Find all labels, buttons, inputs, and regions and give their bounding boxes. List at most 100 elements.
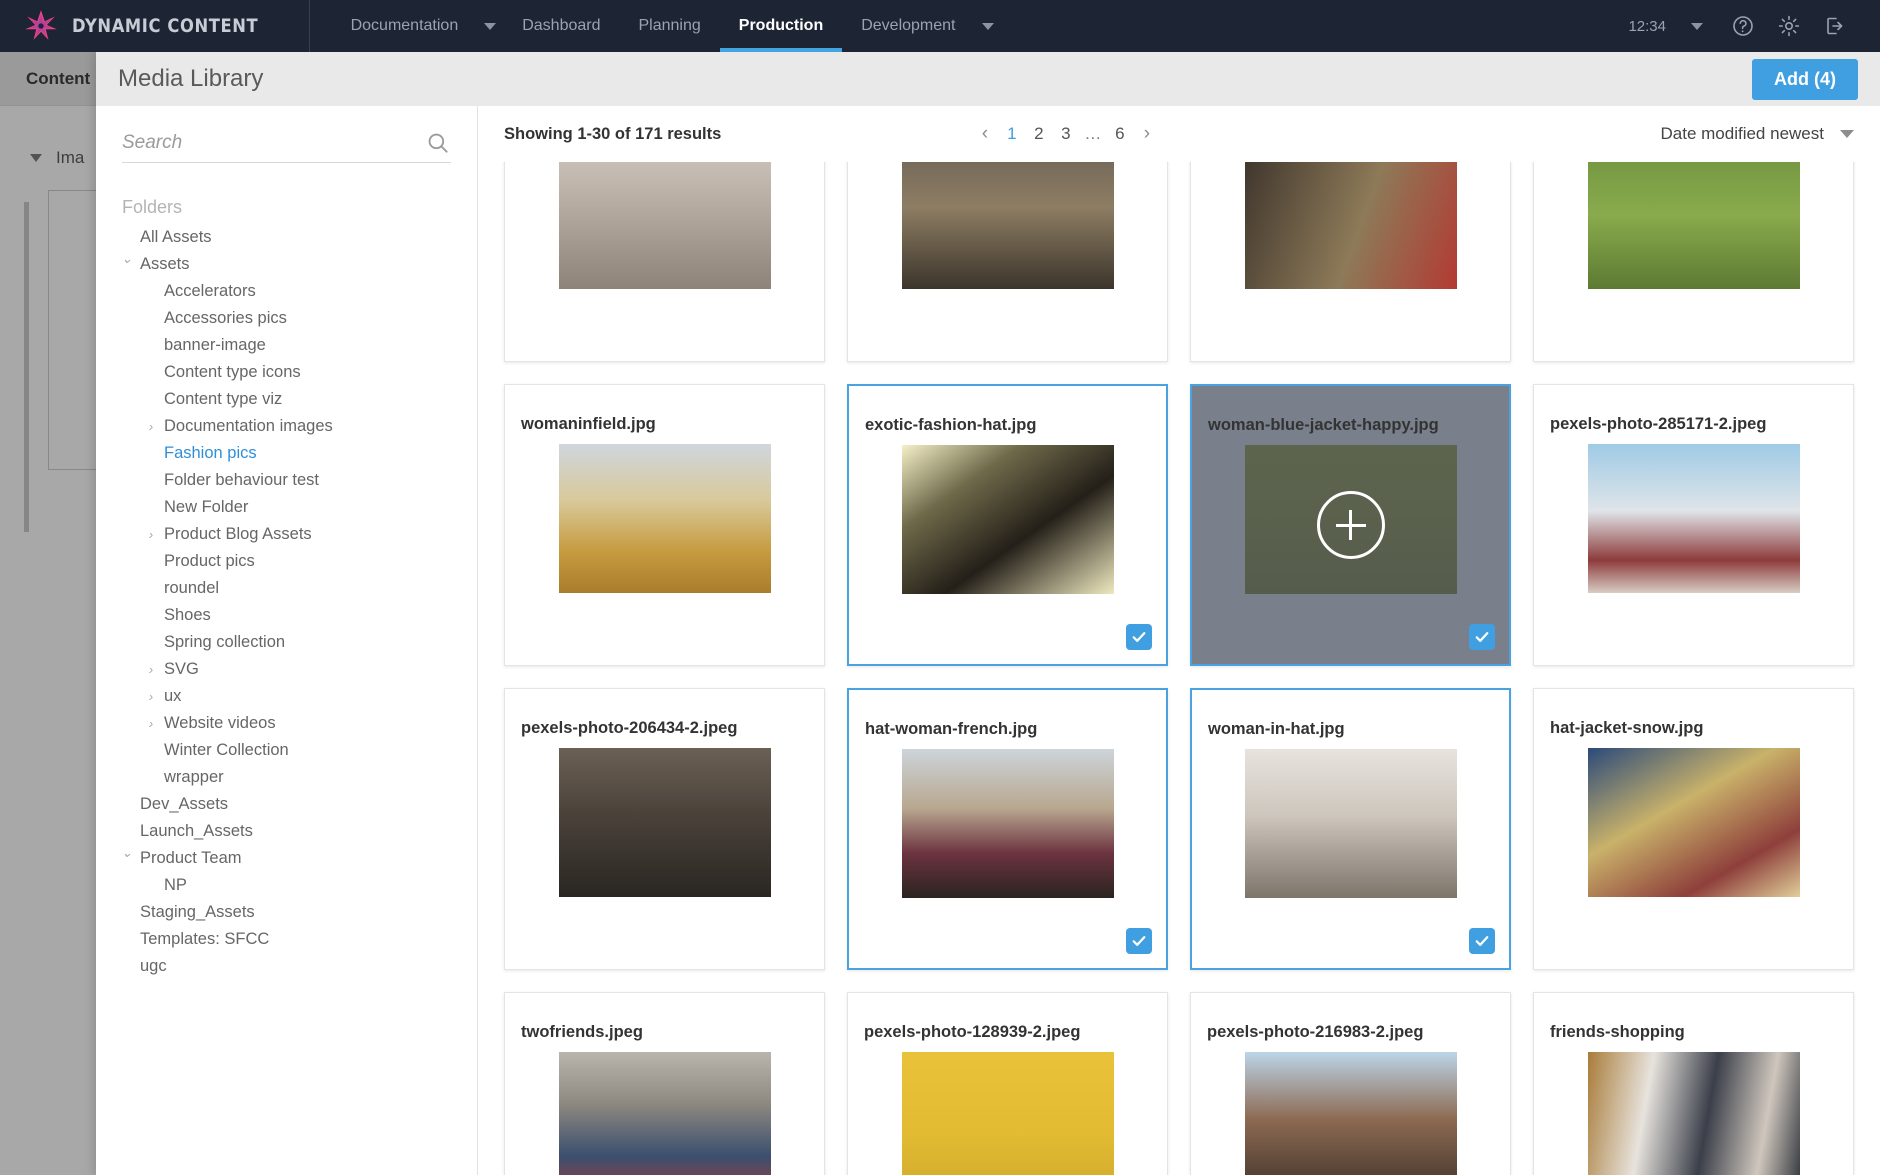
asset-card[interactable]: pexels-photo-216983-2.jpeg <box>1190 992 1511 1175</box>
asset-grid-scroll[interactable]: womaninfield.jpg exotic-fashion-hat.jpg wo… <box>478 162 1880 1175</box>
sidebar-item-product-pics[interactable]: Product pics <box>96 548 477 575</box>
nav-item-documentation[interactable]: Documentation <box>332 0 478 52</box>
checkmark-icon <box>1132 936 1146 946</box>
sidebar-item-wrapper[interactable]: wrapper <box>96 764 477 791</box>
sidebar-item-content-type-icons[interactable]: Content type icons <box>96 359 477 386</box>
media-library-modal: Media Library Add (4) Folders All Assets… <box>96 52 1880 1175</box>
sidebar-item-svg[interactable]: › SVG <box>96 656 477 683</box>
pagination-prev[interactable]: ‹ <box>971 121 998 148</box>
help-icon[interactable] <box>1720 0 1766 52</box>
search-icon[interactable] <box>425 130 451 156</box>
pagination-page-3[interactable]: 3 <box>1052 121 1079 148</box>
asset-card[interactable] <box>1190 162 1511 362</box>
add-button[interactable]: Add (4) <box>1752 58 1858 100</box>
chevron-right-icon[interactable]: › <box>144 690 158 703</box>
asset-thumbnail-wrap <box>1192 746 1509 968</box>
sidebar-item-fashion-pics[interactable]: Fashion pics <box>96 440 477 467</box>
asset-card[interactable]: friends-shopping <box>1533 992 1854 1175</box>
documentation-dropdown-caret[interactable] <box>477 0 503 52</box>
sidebar-item-ugc[interactable]: ugc <box>96 953 477 980</box>
sidebar-item-website-videos[interactable]: › Website videos <box>96 710 477 737</box>
sidebar-item-all-assets[interactable]: All Assets <box>96 224 477 251</box>
pagination-page-1[interactable]: 1 <box>998 121 1025 148</box>
asset-image <box>558 444 771 593</box>
development-dropdown-caret[interactable] <box>975 0 1001 52</box>
asset-thumbnail <box>1587 1052 1800 1175</box>
pagination-page-2[interactable]: 2 <box>1025 121 1052 148</box>
asset-checkbox[interactable] <box>1126 928 1152 954</box>
nav-item-development[interactable]: Development <box>842 0 974 52</box>
asset-thumbnail-wrap <box>505 1049 824 1175</box>
sidebar-item-folder-behaviour-test[interactable]: Folder behaviour test <box>96 467 477 494</box>
sidebar-item-roundel[interactable]: roundel <box>96 575 477 602</box>
asset-thumbnail <box>558 444 771 593</box>
sidebar-item-spring-collection[interactable]: Spring collection <box>96 629 477 656</box>
sidebar-item-assets[interactable]: ⌄ Assets <box>96 251 477 278</box>
sidebar-item-launch-assets[interactable]: Launch_Assets <box>96 818 477 845</box>
sidebar-item-ux[interactable]: › ux <box>96 683 477 710</box>
chevron-down-icon[interactable]: ⌄ <box>120 252 134 265</box>
asset-checkbox[interactable] <box>1469 624 1495 650</box>
sidebar-item-winter-collection[interactable]: Winter Collection <box>96 737 477 764</box>
asset-card[interactable] <box>1533 162 1854 362</box>
sidebar-item-content-type-viz[interactable]: Content type viz <box>96 386 477 413</box>
gear-icon[interactable] <box>1766 0 1812 52</box>
pagination-next[interactable]: › <box>1133 121 1160 148</box>
asset-image <box>901 162 1114 289</box>
sidebar-item-new-folder[interactable]: New Folder <box>96 494 477 521</box>
sidebar-item-product-team[interactable]: ⌄ Product Team <box>96 845 477 872</box>
chevron-right-icon[interactable]: › <box>144 717 158 730</box>
sidebar-item-accelerators[interactable]: Accelerators <box>96 278 477 305</box>
asset-checkbox[interactable] <box>1126 624 1152 650</box>
chevron-right-icon[interactable]: › <box>144 420 158 433</box>
asset-thumbnail-wrap <box>848 1049 1167 1175</box>
sidebar-item-templates-sfcc[interactable]: Templates: SFCC <box>96 926 477 953</box>
sidebar-item-label: Product Blog Assets <box>164 525 312 543</box>
sidebar-item-label: Documentation images <box>164 417 333 435</box>
sidebar-item-staging-assets[interactable]: Staging_Assets <box>96 899 477 926</box>
asset-card[interactable]: hat-woman-french.jpg <box>847 688 1168 970</box>
sort-dropdown[interactable]: Date modified newest <box>1661 124 1854 144</box>
sidebar-item-label: Shoes <box>164 606 211 624</box>
asset-card[interactable] <box>504 162 825 362</box>
asset-image <box>901 1052 1114 1175</box>
asset-grid: womaninfield.jpg exotic-fashion-hat.jpg wo… <box>504 162 1854 1175</box>
account-dropdown-caret[interactable] <box>1674 0 1720 52</box>
chevron-right-icon[interactable]: › <box>144 528 158 541</box>
sidebar-item-product-blog-assets[interactable]: › Product Blog Assets <box>96 521 477 548</box>
chevron-down-icon <box>1839 130 1854 138</box>
logout-icon[interactable] <box>1812 0 1858 52</box>
pagination-ellipsis: … <box>1084 124 1102 143</box>
asset-card[interactable]: exotic-fashion-hat.jpg <box>847 384 1168 666</box>
sidebar-item-label: Templates: SFCC <box>140 930 270 948</box>
plus-circle-icon[interactable] <box>1316 491 1385 559</box>
asset-card[interactable]: woman-in-hat.jpg <box>1190 688 1511 970</box>
asset-card[interactable]: pexels-photo-206434-2.jpeg <box>504 688 825 970</box>
sidebar-item-np[interactable]: NP <box>96 872 477 899</box>
nav-item-dashboard[interactable]: Dashboard <box>503 0 619 52</box>
asset-thumbnail <box>1244 749 1457 898</box>
search-input[interactable] <box>122 132 451 154</box>
nav-item-production[interactable]: Production <box>719 0 843 52</box>
asset-image <box>558 1052 771 1175</box>
pagination-page-6[interactable]: 6 <box>1106 121 1133 148</box>
asset-card[interactable]: womaninfield.jpg <box>504 384 825 666</box>
asset-card[interactable]: hat-jacket-snow.jpg <box>1533 688 1854 970</box>
asset-card[interactable]: pexels-photo-128939-2.jpeg <box>847 992 1168 1175</box>
brand-area[interactable]: DYNAMIC CONTENT <box>0 0 310 52</box>
sidebar-item-documentation-images[interactable]: › Documentation images <box>96 413 477 440</box>
sidebar-item-dev-assets[interactable]: Dev_Assets <box>96 791 477 818</box>
chevron-down-icon[interactable]: ⌄ <box>120 846 134 859</box>
asset-thumbnail <box>1587 162 1800 289</box>
sidebar-item-accessories-pics[interactable]: Accessories pics <box>96 305 477 332</box>
nav-item-planning[interactable]: Planning <box>620 0 720 52</box>
asset-card[interactable]: woman-blue-jacket-happy.jpg <box>1190 384 1511 666</box>
folders-label: Folders <box>122 197 183 217</box>
asset-card[interactable] <box>847 162 1168 362</box>
sidebar-item-banner-image[interactable]: banner-image <box>96 332 477 359</box>
asset-checkbox[interactable] <box>1469 928 1495 954</box>
asset-card[interactable]: twofriends.jpeg <box>504 992 825 1175</box>
chevron-right-icon[interactable]: › <box>144 663 158 676</box>
asset-card[interactable]: pexels-photo-285171-2.jpeg <box>1533 384 1854 666</box>
sidebar-item-shoes[interactable]: Shoes <box>96 602 477 629</box>
